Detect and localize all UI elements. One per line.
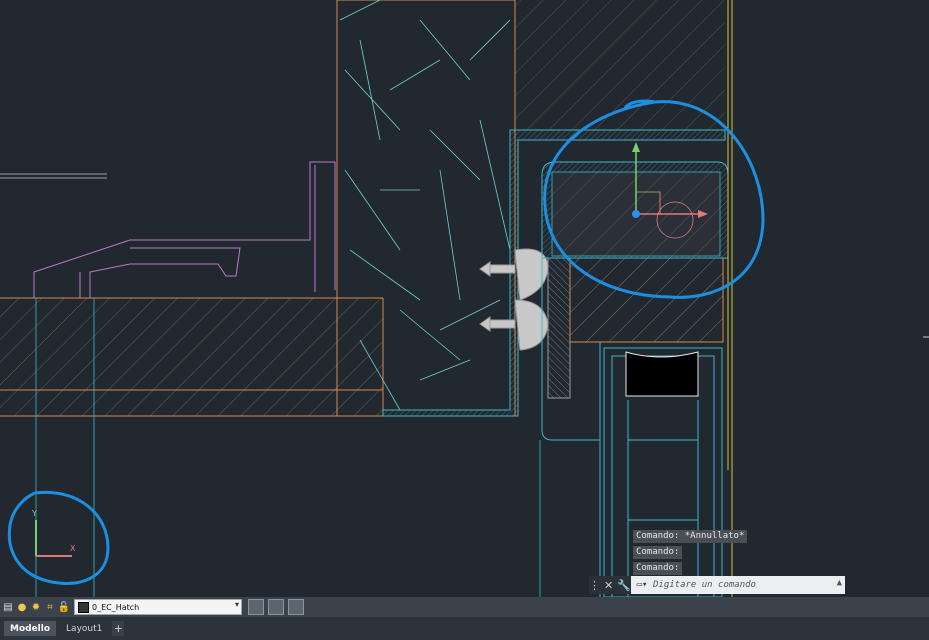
layer-toolbar: ▤ ● ✹ ⌗ 🔓 0_EC_Hatch ▾ xyxy=(0,597,929,617)
layer-name: 0_EC_Hatch xyxy=(92,602,140,612)
lock-icon[interactable]: 🔓 xyxy=(58,601,70,613)
sun-icon[interactable]: ✹ xyxy=(30,601,42,613)
command-input-placeholder: Digitare un comando xyxy=(653,580,756,590)
command-input[interactable]: ▭▾ Digitare un comando ▲ xyxy=(631,576,845,594)
ucs-icon: Y X xyxy=(31,509,76,557)
drag-handle-icon[interactable]: ⋮ xyxy=(589,579,600,592)
layer-match-icon[interactable] xyxy=(268,599,284,615)
layer-dropdown[interactable]: 0_EC_Hatch ▾ xyxy=(74,599,242,615)
command-history-toggle-icon[interactable]: ▲ xyxy=(837,578,842,588)
add-layout-button[interactable]: + xyxy=(112,621,125,636)
layer-tools xyxy=(248,599,304,615)
svg-text:X: X xyxy=(70,544,76,553)
floor-slab xyxy=(0,297,384,417)
layer-state-icons: ▤ ● ✹ ⌗ 🔓 xyxy=(0,599,70,615)
command-history-line: Comando: xyxy=(633,562,683,575)
wrench-icon[interactable]: 🔧 xyxy=(617,579,631,592)
command-prompt-icon[interactable]: ▭▾ xyxy=(631,580,653,590)
command-history-line: Comando: *Annullato* xyxy=(633,530,748,543)
drawing-canvas[interactable]: Y X xyxy=(0,0,929,597)
svg-text:Y: Y xyxy=(31,509,37,518)
command-line-tools: ⋮ ✕ 🔧 xyxy=(589,576,631,594)
command-line: ⋮ ✕ 🔧 ▭▾ Digitare un comando ▲ xyxy=(589,576,845,594)
layer-previous-icon[interactable] xyxy=(288,599,304,615)
threshold-profile xyxy=(0,161,336,298)
layer-properties-icon[interactable] xyxy=(248,599,264,615)
command-history: Comando: *Annullato* Comando: Comando: xyxy=(633,530,748,578)
axis-lines xyxy=(727,0,733,597)
chevron-down-icon[interactable]: ▾ xyxy=(235,600,239,609)
layout-tabs: Modello Layout1 + xyxy=(0,617,929,640)
tab-modello[interactable]: Modello xyxy=(4,621,57,636)
tab-layout1[interactable]: Layout1 xyxy=(60,621,108,636)
light-bulb-icon[interactable]: ● xyxy=(16,601,28,613)
layer-color-swatch xyxy=(78,601,89,613)
command-history-line: Comando: xyxy=(633,546,683,559)
layer-panel-icon[interactable]: ▤ xyxy=(2,601,14,613)
close-icon[interactable]: ✕ xyxy=(604,579,613,592)
freeze-icon[interactable]: ⌗ xyxy=(44,601,56,613)
